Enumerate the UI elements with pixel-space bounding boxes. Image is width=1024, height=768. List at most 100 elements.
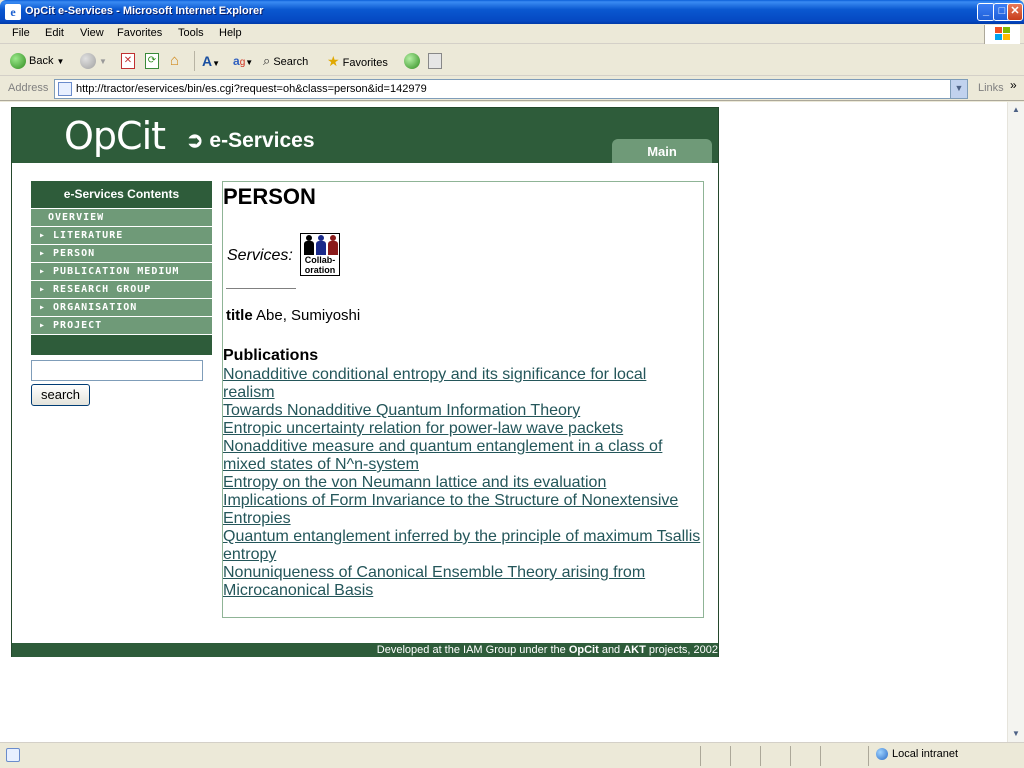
address-dropdown-icon[interactable]: ▼ <box>950 80 967 98</box>
publication-link[interactable]: Quantum entanglement inferred by the pri… <box>223 528 701 564</box>
page-title: PERSON <box>223 184 316 209</box>
history-icon <box>404 53 420 70</box>
address-field[interactable]: http://tractor/eservices/bin/es.cgi?requ… <box>54 79 968 99</box>
sidebar-item-overview[interactable]: OVERVIEW <box>31 209 212 226</box>
status-cell <box>730 746 731 766</box>
publications-list: Nonadditive conditional entropy and its … <box>223 366 701 600</box>
page-viewport: OpCit ➲ e-Services Main e-Services Conte… <box>0 102 1007 742</box>
globe-icon <box>876 748 888 761</box>
sidebar-item-person[interactable]: ▸ PERSON <box>31 245 212 262</box>
sidebar-menu: e-Services Contents OVERVIEW ▸ LITERATUR… <box>31 181 212 355</box>
vertical-scrollbar[interactable]: ▲ ▼ <box>1007 102 1024 742</box>
status-cell <box>820 746 821 766</box>
status-bar: Local intranet <box>0 742 1024 768</box>
print-button[interactable] <box>428 51 442 71</box>
person-name: Abe, Sumiyoshi <box>256 307 361 324</box>
sidebar-item-publication-medium[interactable]: ▸ PUBLICATION MEDIUM <box>31 263 212 280</box>
star-icon: ★ <box>327 53 340 69</box>
address-label: Address <box>8 82 49 94</box>
forward-arrow-icon <box>80 53 96 70</box>
home-icon: ⌂ <box>170 52 180 70</box>
history-button[interactable] <box>404 51 423 71</box>
refresh-button[interactable]: ⟳ <box>145 51 159 71</box>
search-input[interactable] <box>31 360 203 381</box>
person-title-row: title Abe, Sumiyoshi <box>226 307 360 324</box>
magnifier-icon: ⌕ <box>263 53 271 68</box>
publications-heading: Publications <box>223 347 319 364</box>
site-logo[interactable]: OpCit <box>64 114 166 158</box>
menu-tools[interactable]: Tools <box>178 27 204 39</box>
refresh-icon: ⟳ <box>145 53 159 70</box>
chevron-right-icon[interactable]: » <box>1010 78 1017 92</box>
back-arrow-icon <box>10 53 26 70</box>
status-cell <box>700 746 701 766</box>
menu-bar: File Edit View Favorites Tools Help <box>0 24 1024 44</box>
footer-prefix: Developed at the IAM Group under the <box>376 644 569 656</box>
scroll-down-icon[interactable]: ▼ <box>1008 726 1024 742</box>
links-label[interactable]: Links <box>978 82 1004 94</box>
person-panel: PERSON Services: Collab-oration title Ab… <box>222 181 704 618</box>
forward-button[interactable]: ▼ <box>80 51 107 71</box>
publication-link[interactable]: Nonuniqueness of Canonical Ensemble Theo… <box>223 564 701 600</box>
menu-view[interactable]: View <box>80 27 104 39</box>
title-key: title <box>226 307 253 324</box>
stop-icon: ✕ <box>121 53 135 70</box>
publication-link[interactable]: Nonadditive conditional entropy and its … <box>223 366 701 402</box>
collaboration-service-icon[interactable]: Collab-oration <box>300 233 340 276</box>
publication-link[interactable]: Nonadditive measure and quantum entangle… <box>223 438 701 474</box>
sidebar-item-organisation[interactable]: ▸ ORGANISATION <box>31 299 212 316</box>
address-bar: Address http://tractor/eservices/bin/es.… <box>0 77 1024 101</box>
search-button[interactable]: search <box>31 384 90 406</box>
publication-link[interactable]: Implications of Form Invariance to the S… <box>223 492 701 528</box>
sidebar-item-literature[interactable]: ▸ LITERATURE <box>31 227 212 244</box>
site-subtitle: ➲ e-Services <box>186 129 315 152</box>
close-button[interactable]: ✕ <box>1007 3 1023 21</box>
divider <box>226 288 296 289</box>
address-url[interactable]: http://tractor/eservices/bin/es.cgi?requ… <box>76 83 427 95</box>
back-label: Back <box>29 55 54 67</box>
zone-label: Local intranet <box>892 748 959 760</box>
publication-link[interactable]: Entropic uncertainty relation for power-… <box>223 420 701 438</box>
status-cell <box>790 746 791 766</box>
windows-logo-icon <box>984 25 1020 44</box>
menu-edit[interactable]: Edit <box>45 27 64 39</box>
printer-icon <box>428 53 442 70</box>
back-button[interactable]: Back ▼ <box>10 51 64 71</box>
scroll-up-icon[interactable]: ▲ <box>1008 102 1024 118</box>
site-footer: Developed at the IAM Group under the OpC… <box>12 643 718 657</box>
encoding-icon: a <box>233 54 240 68</box>
site-header: OpCit ➲ e-Services Main <box>12 108 718 163</box>
menu-file[interactable]: File <box>12 27 30 39</box>
security-zone: Local intranet <box>876 748 959 761</box>
stop-button[interactable]: ✕ <box>121 51 135 71</box>
footer-and: and <box>598 644 624 656</box>
collab-label: Collab-oration <box>304 255 336 275</box>
sidebar-item-research-group[interactable]: ▸ RESEARCH GROUP <box>31 281 212 298</box>
status-cell <box>868 746 869 766</box>
search-toolbar-button[interactable]: ⌕ Search <box>263 51 308 71</box>
tab-main[interactable]: Main <box>612 139 712 163</box>
page-status-icon <box>6 748 20 762</box>
font-icon: A <box>202 53 213 69</box>
favorites-toolbar-label: Favorites <box>342 57 388 69</box>
home-button[interactable]: ⌂ <box>170 51 184 71</box>
menu-favorites[interactable]: Favorites <box>117 27 162 39</box>
publication-link[interactable]: Entropy on the von Neumann lattice and i… <box>223 474 701 492</box>
footer-suffix: projects, 2002 <box>645 644 718 656</box>
toolbar: Back ▼ ▼ ✕ ⟳ ⌂ A▼ ag▼ ⌕ Search ★ Favorit… <box>0 45 1024 76</box>
sidebar-footer <box>31 335 212 355</box>
favorites-toolbar-button[interactable]: ★ Favorites <box>327 51 388 71</box>
sidebar-item-project[interactable]: ▸ PROJECT <box>31 317 212 334</box>
footer-akt: AKT <box>623 644 646 656</box>
status-cell <box>760 746 761 766</box>
ie-icon: e <box>5 4 21 20</box>
page-container: OpCit ➲ e-Services Main e-Services Conte… <box>11 107 719 657</box>
window-title: OpCit e-Services - Microsoft Internet Ex… <box>25 5 264 17</box>
footer-opcit: OpCit <box>568 644 599 656</box>
sidebar-heading: e-Services Contents <box>31 181 212 208</box>
publication-link[interactable]: Towards Nonadditive Quantum Information … <box>223 402 701 420</box>
search-toolbar-label: Search <box>273 56 309 68</box>
font-size-button[interactable]: A▼ <box>202 51 220 71</box>
encoding-button[interactable]: ag▼ <box>233 51 253 71</box>
menu-help[interactable]: Help <box>219 27 242 39</box>
